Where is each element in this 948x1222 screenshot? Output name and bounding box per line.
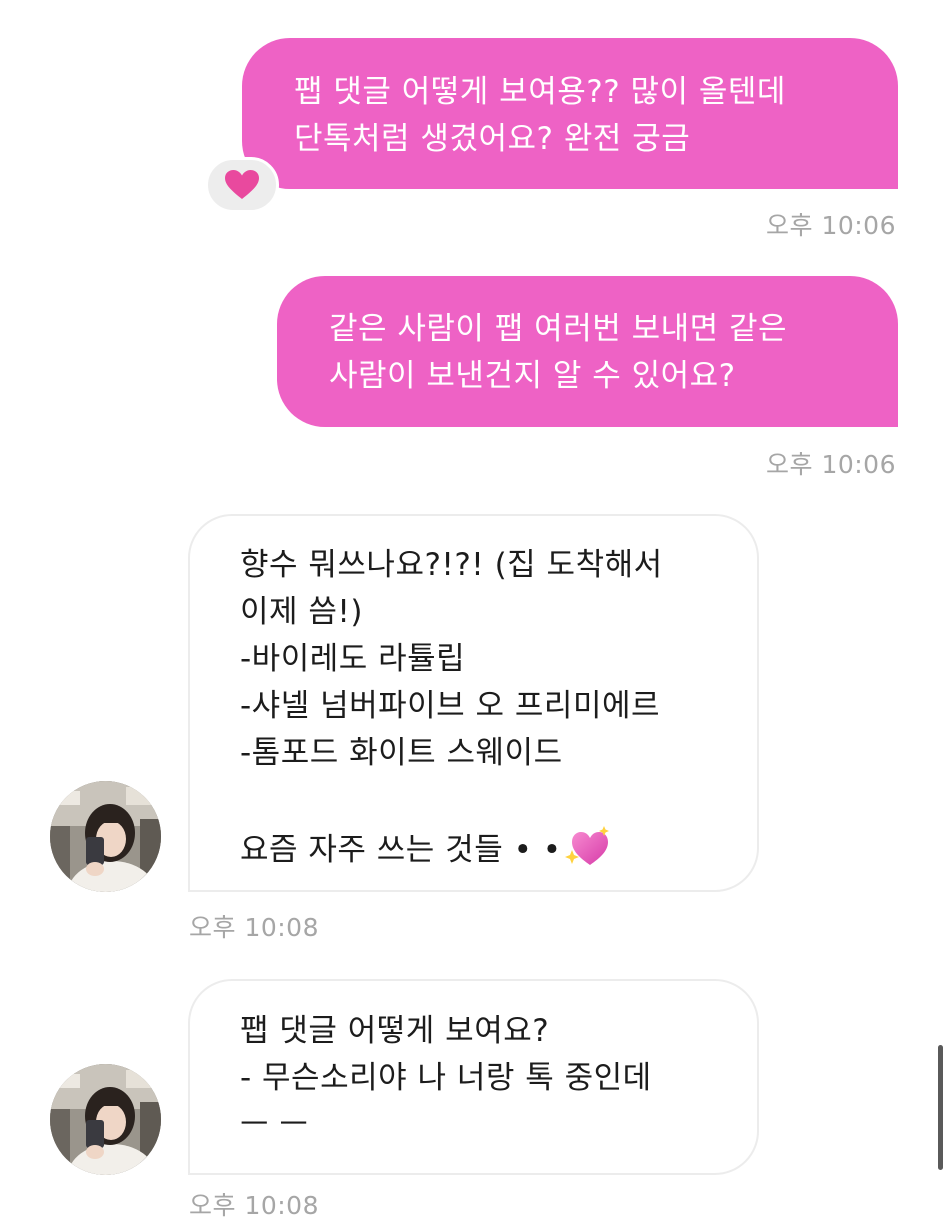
reaction-badge[interactable]	[205, 157, 279, 213]
message-text-line: 팹 댓글 어떻게 보여요?	[240, 1013, 550, 1049]
message-text-line-with-emoji: 요즘 자주 쓰는 것들 • •	[240, 824, 737, 874]
message-text-line: 사람이 보낸건지 알 수 있어요?	[329, 358, 736, 394]
outgoing-message-bubble[interactable]: 팹 댓글 어떻게 보여용?? 많이 올텐데 단톡처럼 생겼어요? 완전 궁금	[242, 38, 898, 189]
incoming-message-bubble[interactable]: 향수 뭐쓰나요?!?! (집 도착해서 이제 씀!) -바이레도 라튤립 -샤넬…	[188, 514, 759, 892]
avatar-photo	[50, 1064, 161, 1175]
scrollbar[interactable]	[938, 1045, 943, 1170]
message-text-line: 이제 씀!)	[240, 594, 363, 630]
message-text-line: -샤넬 넘버파이브 오 프리미에르	[240, 688, 661, 724]
message-text-line: ㅡ ㅡ	[240, 1107, 309, 1143]
message-text: 요즘 자주 쓰는 것들 • •	[240, 832, 562, 868]
message-text-line: 같은 사람이 팹 여러번 보내면 같은	[329, 311, 788, 347]
message-text-line: 향수 뭐쓰나요?!?! (집 도착해서	[240, 547, 663, 583]
message-text-line: -톰포드 화이트 스웨이드	[240, 735, 563, 771]
outgoing-message-bubble[interactable]: 같은 사람이 팹 여러번 보내면 같은 사람이 보낸건지 알 수 있어요?	[277, 276, 898, 427]
heart-icon	[225, 170, 259, 199]
avatar[interactable]	[50, 781, 161, 892]
message-timestamp: 오후 10:06	[766, 211, 896, 240]
message-text-line: 팹 댓글 어떻게 보여용?? 많이 올텐데	[294, 74, 786, 110]
message-text-line: 단톡처럼 생겼어요? 완전 궁금	[294, 121, 691, 157]
incoming-message-bubble[interactable]: 팹 댓글 어떻게 보여요? - 무슨소리야 나 너랑 톡 중인데 ㅡ ㅡ	[188, 979, 759, 1175]
avatar-photo	[50, 781, 161, 892]
message-text-line: -바이레도 라튤립	[240, 641, 466, 677]
message-timestamp: 오후 10:06	[766, 450, 896, 479]
avatar[interactable]	[50, 1064, 161, 1175]
message-text-line: - 무슨소리야 나 너랑 톡 중인데	[240, 1060, 652, 1096]
message-timestamp: 오후 10:08	[189, 1191, 319, 1220]
sparkling-heart-icon	[564, 826, 609, 865]
message-timestamp: 오후 10:08	[189, 913, 319, 942]
